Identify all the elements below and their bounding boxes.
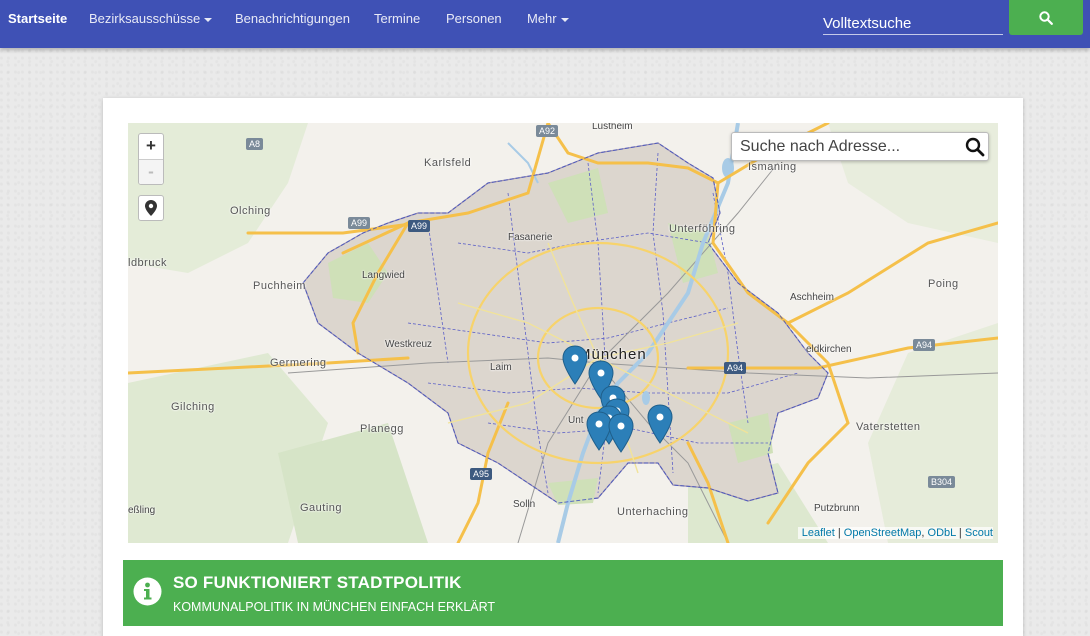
place-label: Lustheim bbox=[592, 123, 633, 132]
place-label: Olching bbox=[230, 205, 271, 217]
place-label: Karlsfeld bbox=[424, 157, 472, 169]
place-label: Germering bbox=[270, 357, 327, 369]
place-label: Laim bbox=[490, 362, 512, 373]
nav-item-label: Mehr bbox=[527, 11, 557, 26]
place-label: Unt bbox=[568, 415, 584, 426]
banner-title: SO FUNKTIONIERT STADTPOLITIK bbox=[173, 573, 462, 592]
osm-link[interactable]: OpenStreetMap bbox=[844, 527, 922, 539]
odbl-link[interactable]: ODbL bbox=[928, 527, 956, 539]
place-label: Vaterstetten bbox=[856, 421, 921, 433]
scout-link[interactable]: Scout bbox=[965, 527, 993, 539]
road-shield: A94 bbox=[724, 362, 747, 374]
map-view[interactable]: Lustheim Karlsfeld Ismaning Olching Fasa… bbox=[128, 123, 998, 543]
place-label: Fasanerie bbox=[508, 232, 553, 243]
navbar: Startseite Bezirksausschüsse Benachricht… bbox=[0, 0, 1090, 48]
place-label: Aschheim bbox=[790, 292, 834, 303]
fulltext-search-input[interactable] bbox=[823, 10, 1003, 35]
road-shield: B304 bbox=[928, 476, 956, 488]
place-label: ldbruck bbox=[128, 257, 167, 269]
place-label: Puchheim bbox=[253, 280, 306, 292]
place-label: eldkirchen bbox=[806, 344, 852, 355]
place-label: Unterhaching bbox=[617, 506, 689, 518]
zoom-out-button[interactable]: - bbox=[139, 159, 163, 184]
leaflet-link[interactable]: Leaflet bbox=[802, 527, 835, 539]
road-shield: A94 bbox=[913, 339, 936, 351]
place-label: Ismaning bbox=[748, 161, 797, 173]
nav-item-personen[interactable]: Personen bbox=[446, 0, 502, 40]
place-label: Solln bbox=[513, 499, 536, 510]
place-label: Gilching bbox=[171, 401, 215, 413]
caret-down-icon bbox=[204, 17, 213, 22]
caret-down-icon bbox=[560, 17, 569, 22]
road-shield: A95 bbox=[470, 468, 493, 480]
nav-item-mehr[interactable]: Mehr bbox=[527, 0, 569, 40]
nav-item-benachrichtigungen[interactable]: Benachrichtigungen bbox=[235, 0, 350, 40]
info-banner[interactable]: SO FUNKTIONIERT STADTPOLITIK KOMMUNALPOL… bbox=[123, 560, 1003, 626]
address-search-input[interactable] bbox=[732, 133, 956, 160]
place-label: Putzbrunn bbox=[814, 503, 860, 514]
nav-item-termine[interactable]: Termine bbox=[374, 0, 420, 40]
road-shield: A99 bbox=[408, 220, 431, 232]
road-shield: A99 bbox=[348, 217, 371, 229]
info-icon bbox=[133, 577, 162, 606]
location-marker[interactable] bbox=[562, 345, 588, 385]
map-marker-icon bbox=[145, 200, 157, 216]
place-label: Poing bbox=[928, 278, 959, 290]
search-icon bbox=[1039, 10, 1053, 25]
road-shield: A8 bbox=[246, 138, 264, 150]
search-icon[interactable] bbox=[965, 137, 985, 157]
search-button[interactable] bbox=[1009, 0, 1083, 35]
locate-button[interactable] bbox=[138, 195, 164, 221]
place-label: Unterföhring bbox=[669, 223, 736, 235]
attribution-separator: | bbox=[955, 527, 965, 539]
location-marker[interactable] bbox=[647, 404, 673, 444]
nav-home-link[interactable]: Startseite bbox=[8, 0, 67, 40]
attribution-separator: | bbox=[834, 527, 844, 539]
address-search bbox=[731, 132, 989, 161]
place-label: Westkreuz bbox=[385, 339, 433, 350]
nav-item-bezirksausschuesse[interactable]: Bezirksausschüsse bbox=[89, 0, 213, 40]
zoom-in-button[interactable]: + bbox=[139, 134, 163, 159]
place-label: Langwied bbox=[362, 270, 405, 281]
banner-subtitle: KOMMUNALPOLITIK IN MÜNCHEN EINFACH ERKLÄ… bbox=[173, 600, 496, 614]
place-label: eßling bbox=[128, 505, 156, 516]
zoom-control: + - bbox=[138, 133, 164, 185]
road-shield: A92 bbox=[536, 125, 559, 137]
map-attribution: Leaflet | OpenStreetMap, ODbL | Scout bbox=[797, 527, 993, 539]
place-label: Gauting bbox=[300, 502, 343, 514]
nav-item-label: Bezirksausschüsse bbox=[89, 11, 201, 26]
map-tiles bbox=[128, 123, 998, 543]
location-marker[interactable] bbox=[608, 413, 634, 453]
place-label: Planegg bbox=[360, 423, 404, 435]
